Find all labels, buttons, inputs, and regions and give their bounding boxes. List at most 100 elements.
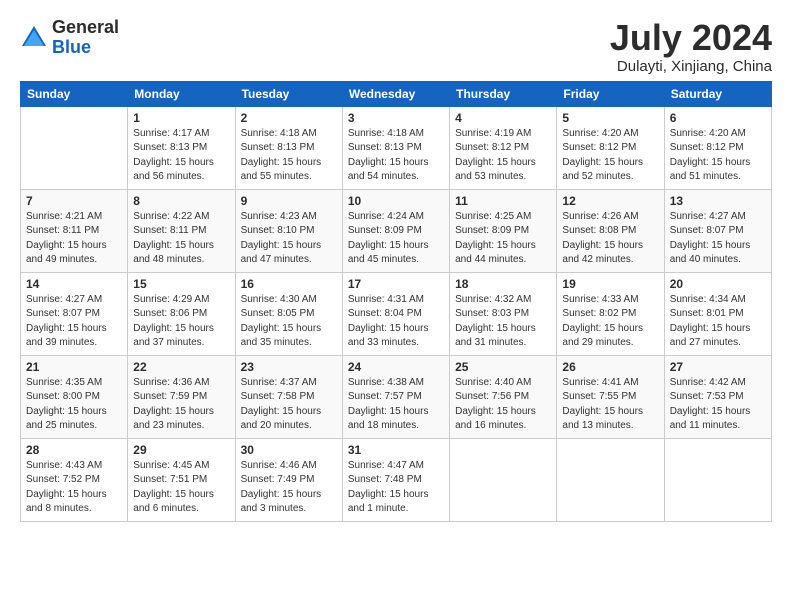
day-info: Sunrise: 4:37 AM Sunset: 7:58 PM Dayligh… xyxy=(241,376,337,434)
day-number: 28 xyxy=(26,443,122,457)
day-info: Sunrise: 4:45 AM Sunset: 7:51 PM Dayligh… xyxy=(133,459,229,517)
day-cell: 27Sunrise: 4:42 AM Sunset: 7:53 PM Dayli… xyxy=(664,355,771,438)
day-cell: 22Sunrise: 4:36 AM Sunset: 7:59 PM Dayli… xyxy=(128,355,235,438)
title-area: July 2024 Dulayti, Xinjiang, China xyxy=(610,18,772,75)
day-cell: 7 Sunrise: 4:21 AM Sunset: 8:11 PM Daylig… xyxy=(21,189,128,272)
day-info: Sunrise: 4:35 AM Sunset: 8:00 PM Dayligh… xyxy=(26,376,122,434)
day-cell: 29 Sunrise: 4:45 AM Sunset: 7:51 PM Dayli… xyxy=(128,438,235,521)
day-info: Sunrise: 4:27 AM Sunset: 8:07 PM Dayligh… xyxy=(670,210,766,268)
day-info: Sunrise: 4:47 AM Sunset: 7:48 PM Dayligh… xyxy=(348,459,444,517)
day-cell: 20 Sunrise: 4:34 AM Sunset: 8:01 PM Dayli… xyxy=(664,272,771,355)
day-number: 26 xyxy=(562,360,658,374)
day-number: 21 xyxy=(26,360,122,374)
calendar-table: SundayMondayTuesdayWednesdayThursdayFrid… xyxy=(20,81,772,522)
day-cell xyxy=(21,106,128,189)
day-info: Sunrise: 4:34 AM Sunset: 8:01 PM Dayligh… xyxy=(670,293,766,351)
header-cell-friday: Friday xyxy=(557,81,664,106)
day-number: 14 xyxy=(26,277,122,291)
day-cell: 13 Sunrise: 4:27 AM Sunset: 8:07 PM Dayli… xyxy=(664,189,771,272)
day-number: 12 xyxy=(562,194,658,208)
day-number: 6 xyxy=(670,111,766,125)
day-info: Sunrise: 4:17 AM Sunset: 8:13 PM Dayligh… xyxy=(133,127,229,185)
day-cell: 8Sunrise: 4:22 AM Sunset: 8:11 PM Daylig… xyxy=(128,189,235,272)
day-number: 16 xyxy=(241,277,337,291)
day-number: 29 xyxy=(133,443,229,457)
day-number: 5 xyxy=(562,111,658,125)
day-cell: 14 Sunrise: 4:27 AM Sunset: 8:07 PM Dayli… xyxy=(21,272,128,355)
day-number: 13 xyxy=(670,194,766,208)
day-info: Sunrise: 4:43 AM Sunset: 7:52 PM Dayligh… xyxy=(26,459,122,517)
day-info: Sunrise: 4:42 AM Sunset: 7:53 PM Dayligh… xyxy=(670,376,766,434)
day-info: Sunrise: 4:24 AM Sunset: 8:09 PM Dayligh… xyxy=(348,210,444,268)
day-info: Sunrise: 4:21 AM Sunset: 8:11 PM Dayligh… xyxy=(26,210,122,268)
day-cell: 15 Sunrise: 4:29 AM Sunset: 8:06 PM Dayli… xyxy=(128,272,235,355)
day-number: 11 xyxy=(455,194,551,208)
header-row: SundayMondayTuesdayWednesdayThursdayFrid… xyxy=(21,81,772,106)
day-info: Sunrise: 4:22 AM Sunset: 8:11 PM Dayligh… xyxy=(133,210,229,268)
day-info: Sunrise: 4:18 AM Sunset: 8:13 PM Dayligh… xyxy=(348,127,444,185)
week-row-1: 7 Sunrise: 4:21 AM Sunset: 8:11 PM Daylig… xyxy=(21,189,772,272)
day-info: Sunrise: 4:27 AM Sunset: 8:07 PM Dayligh… xyxy=(26,293,122,351)
header-cell-tuesday: Tuesday xyxy=(235,81,342,106)
day-info: Sunrise: 4:40 AM Sunset: 7:56 PM Dayligh… xyxy=(455,376,551,434)
day-number: 2 xyxy=(241,111,337,125)
header-cell-thursday: Thursday xyxy=(450,81,557,106)
month-title: July 2024 xyxy=(610,18,772,58)
day-cell: 5 Sunrise: 4:20 AM Sunset: 8:12 PM Daylig… xyxy=(557,106,664,189)
day-cell: 9 Sunrise: 4:23 AM Sunset: 8:10 PM Daylig… xyxy=(235,189,342,272)
day-info: Sunrise: 4:32 AM Sunset: 8:03 PM Dayligh… xyxy=(455,293,551,351)
day-info: Sunrise: 4:20 AM Sunset: 8:12 PM Dayligh… xyxy=(562,127,658,185)
day-number: 30 xyxy=(241,443,337,457)
day-number: 18 xyxy=(455,277,551,291)
day-cell: 1 Sunrise: 4:17 AM Sunset: 8:13 PM Daylig… xyxy=(128,106,235,189)
logo-general: General xyxy=(52,18,119,38)
day-number: 20 xyxy=(670,277,766,291)
week-row-4: 28 Sunrise: 4:43 AM Sunset: 7:52 PM Dayli… xyxy=(21,438,772,521)
day-cell: 6 Sunrise: 4:20 AM Sunset: 8:12 PM Daylig… xyxy=(664,106,771,189)
day-cell: 28 Sunrise: 4:43 AM Sunset: 7:52 PM Dayli… xyxy=(21,438,128,521)
day-info: Sunrise: 4:46 AM Sunset: 7:49 PM Dayligh… xyxy=(241,459,337,517)
day-number: 19 xyxy=(562,277,658,291)
day-cell: 11 Sunrise: 4:25 AM Sunset: 8:09 PM Dayli… xyxy=(450,189,557,272)
header-cell-monday: Monday xyxy=(128,81,235,106)
page: General Blue July 2024 Dulayti, Xinjiang… xyxy=(0,0,792,612)
day-info: Sunrise: 4:31 AM Sunset: 8:04 PM Dayligh… xyxy=(348,293,444,351)
day-number: 4 xyxy=(455,111,551,125)
day-info: Sunrise: 4:25 AM Sunset: 8:09 PM Dayligh… xyxy=(455,210,551,268)
day-number: 31 xyxy=(348,443,444,457)
day-cell: 30 Sunrise: 4:46 AM Sunset: 7:49 PM Dayli… xyxy=(235,438,342,521)
week-row-2: 14 Sunrise: 4:27 AM Sunset: 8:07 PM Dayli… xyxy=(21,272,772,355)
week-row-0: 1 Sunrise: 4:17 AM Sunset: 8:13 PM Daylig… xyxy=(21,106,772,189)
day-info: Sunrise: 4:26 AM Sunset: 8:08 PM Dayligh… xyxy=(562,210,658,268)
day-cell: 2Sunrise: 4:18 AM Sunset: 8:13 PM Daylig… xyxy=(235,106,342,189)
header-cell-saturday: Saturday xyxy=(664,81,771,106)
day-number: 7 xyxy=(26,194,122,208)
header: General Blue July 2024 Dulayti, Xinjiang… xyxy=(20,18,772,75)
day-info: Sunrise: 4:20 AM Sunset: 8:12 PM Dayligh… xyxy=(670,127,766,185)
location-title: Dulayti, Xinjiang, China xyxy=(610,58,772,75)
day-number: 9 xyxy=(241,194,337,208)
day-info: Sunrise: 4:29 AM Sunset: 8:06 PM Dayligh… xyxy=(133,293,229,351)
day-number: 1 xyxy=(133,111,229,125)
day-cell: 16Sunrise: 4:30 AM Sunset: 8:05 PM Dayli… xyxy=(235,272,342,355)
day-number: 23 xyxy=(241,360,337,374)
day-cell: 24Sunrise: 4:38 AM Sunset: 7:57 PM Dayli… xyxy=(342,355,449,438)
header-cell-wednesday: Wednesday xyxy=(342,81,449,106)
logo-icon xyxy=(20,24,48,52)
logo-area: General Blue xyxy=(20,18,119,58)
day-cell: 12 Sunrise: 4:26 AM Sunset: 8:08 PM Dayli… xyxy=(557,189,664,272)
day-info: Sunrise: 4:23 AM Sunset: 8:10 PM Dayligh… xyxy=(241,210,337,268)
day-info: Sunrise: 4:38 AM Sunset: 7:57 PM Dayligh… xyxy=(348,376,444,434)
day-cell xyxy=(664,438,771,521)
day-number: 15 xyxy=(133,277,229,291)
day-number: 17 xyxy=(348,277,444,291)
day-info: Sunrise: 4:19 AM Sunset: 8:12 PM Dayligh… xyxy=(455,127,551,185)
day-cell: 23 Sunrise: 4:37 AM Sunset: 7:58 PM Dayli… xyxy=(235,355,342,438)
day-number: 22 xyxy=(133,360,229,374)
day-cell: 31 Sunrise: 4:47 AM Sunset: 7:48 PM Dayli… xyxy=(342,438,449,521)
day-cell: 25Sunrise: 4:40 AM Sunset: 7:56 PM Dayli… xyxy=(450,355,557,438)
day-cell: 4 Sunrise: 4:19 AM Sunset: 8:12 PM Daylig… xyxy=(450,106,557,189)
day-cell: 10Sunrise: 4:24 AM Sunset: 8:09 PM Dayli… xyxy=(342,189,449,272)
day-cell: 18 Sunrise: 4:32 AM Sunset: 8:03 PM Dayli… xyxy=(450,272,557,355)
week-row-3: 21 Sunrise: 4:35 AM Sunset: 8:00 PM Dayli… xyxy=(21,355,772,438)
